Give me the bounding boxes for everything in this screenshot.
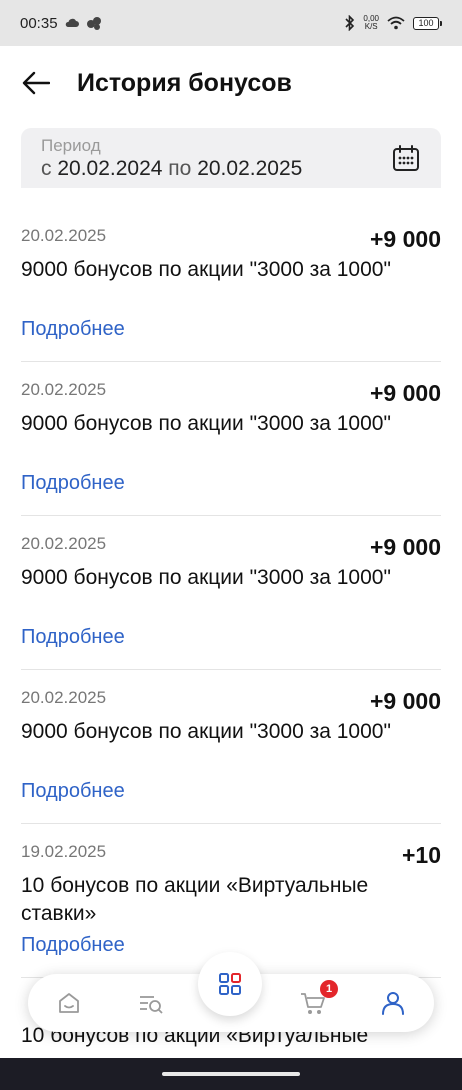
details-link[interactable]: Подробнее [21,934,125,957]
item-description: 9000 бонусов по акции "3000 за 1000" [21,720,391,743]
period-label: Период [41,136,101,155]
arrow-left-icon [22,71,50,95]
network-speed: 0,00 K/S [363,14,379,31]
page-title: История бонусов [77,68,292,97]
list-item: 20.02.2025 +9 000 9000 бонусов по акции … [21,362,441,516]
item-date: 20.02.2025 [21,534,107,553]
cloud-icon [65,18,79,27]
details-link[interactable]: Подробнее [21,626,125,649]
item-amount: +9 000 [370,226,441,252]
battery-icon: 100 [413,16,442,30]
item-description: 9000 бонусов по акции "3000 за 1000" [21,258,391,281]
item-date: 20.02.2025 [21,380,107,399]
list-item: 20.02.2025 +9 000 9000 бонусов по акции … [21,208,441,362]
item-description: 9000 бонусов по акции "3000 за 1000" [21,412,391,435]
list-item: 20.02.2025 +9 000 9000 бонусов по акции … [21,670,441,824]
item-amount: +9 000 [370,534,441,560]
system-navigation-bar [0,1058,462,1090]
top-app-bar: История бонусов [0,46,462,120]
status-bar: 00:35 0,00 K/S 100 [0,0,462,46]
period-to-date: 20.02.2025 [197,157,303,180]
nav-cart[interactable]: 1 [298,980,338,1018]
item-date: 20.02.2025 [21,226,107,245]
details-link[interactable]: Подробнее [21,318,125,341]
details-link[interactable]: Подробнее [21,780,125,803]
catalog-grid-icon [219,973,241,995]
period-from-date: 20.02.2024 [57,157,163,180]
search-list-icon [140,996,163,1014]
period-selector[interactable]: Период с 20.02.2024 по 20.02.2025 [21,128,441,188]
item-amount: +10 [401,842,441,868]
profile-icon [382,992,404,1015]
item-date: 19.02.2025 [21,842,107,861]
status-time: 00:35 [20,14,58,32]
item-description: 9000 бонусов по акции "3000 за 1000" [21,566,391,589]
back-button[interactable] [20,67,52,99]
app-notification-icon [86,17,101,30]
list-item: 20.02.2025 +9 000 9000 бонусов по акции … [21,516,441,670]
nav-catalog[interactable] [198,952,262,1016]
bluetooth-icon [345,15,355,31]
bottom-navigation: 1 [28,952,434,1032]
calendar-icon[interactable] [392,144,420,172]
item-description: 10 бонусов по акции «Виртуальные ставки» [21,874,369,925]
period-value: с 20.02.2024 по 20.02.2025 [41,157,303,180]
nav-search[interactable] [136,988,166,1018]
cart-badge: 1 [320,980,338,998]
item-amount: +9 000 [370,380,441,406]
home-icon [59,993,79,1013]
item-amount: +9 000 [370,688,441,714]
wifi-icon [387,16,405,30]
details-link[interactable]: Подробнее [21,472,125,495]
nav-profile[interactable] [378,988,408,1018]
home-gesture-handle[interactable] [162,1072,300,1076]
bonus-history-list: 20.02.2025 +9 000 9000 бонусов по акции … [21,208,441,978]
item-date: 20.02.2025 [21,688,107,707]
nav-home[interactable] [54,988,84,1018]
